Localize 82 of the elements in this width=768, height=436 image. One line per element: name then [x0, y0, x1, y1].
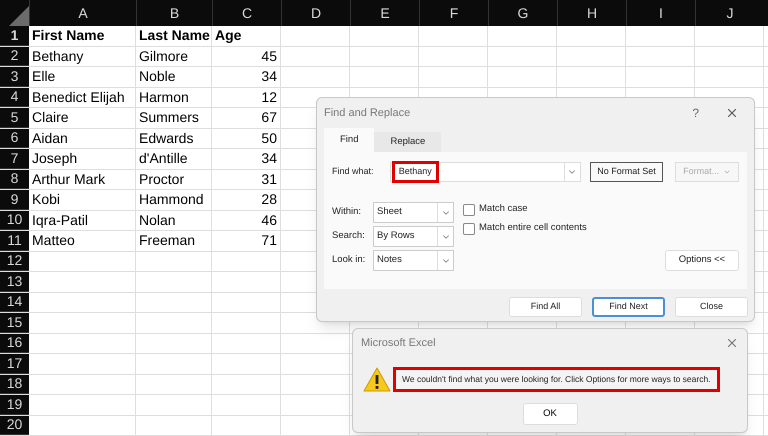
- field-label: Look in:: [332, 253, 366, 268]
- checkbox-label: Match case: [479, 202, 528, 216]
- close-icon[interactable]: [725, 106, 739, 120]
- window-title: Microsoft Excel: [361, 336, 437, 351]
- table-cell-text: Edwards: [139, 128, 194, 148]
- window-title: Find and Replace: [324, 106, 412, 121]
- tab[interactable]: Replace: [374, 132, 442, 152]
- warning-icon: [363, 367, 391, 392]
- field-label: Search:: [332, 229, 366, 244]
- row-header[interactable]: 19: [0, 395, 29, 414]
- table-cell-text: 46: [261, 210, 277, 230]
- ok-button[interactable]: OK: [522, 403, 578, 425]
- table-cell-text: Kobi: [32, 190, 60, 210]
- row-header[interactable]: 2: [0, 46, 29, 66]
- dialog-button[interactable]: Find All: [509, 297, 582, 317]
- format-preview: No Format Set: [590, 162, 664, 182]
- field-label: Find what:: [332, 165, 375, 178]
- find-value: Bethany: [392, 161, 439, 183]
- table-cell-text: Claire: [32, 108, 69, 128]
- row-header[interactable]: 7: [0, 149, 29, 168]
- field-label: Within:: [332, 205, 362, 220]
- caret-icon: [723, 168, 732, 176]
- row-header[interactable]: 4: [0, 88, 29, 107]
- table-cell-text: Matteo: [32, 231, 75, 250]
- table-cell-text: First Name: [32, 26, 104, 46]
- dialog-button[interactable]: Find Next: [592, 297, 665, 317]
- table-cell-text: Harmon: [139, 88, 189, 107]
- table-cell-text: Hammond: [139, 190, 204, 210]
- help-button[interactable]: ?: [692, 104, 699, 122]
- table-cell-text: Benedict Elijah: [32, 88, 125, 107]
- row-header[interactable]: 3: [0, 67, 29, 86]
- table-cell-text: Aidan: [32, 128, 68, 148]
- message-text: We couldn't find what you were looking for. Click Options for more ways to search.: [393, 367, 720, 392]
- close-icon[interactable]: [725, 336, 739, 350]
- row-header[interactable]: 20: [0, 416, 29, 435]
- table-cell-text: Freeman: [139, 231, 196, 250]
- dropdown-field[interactable]: Notes: [373, 250, 454, 271]
- row-header[interactable]: 9: [0, 190, 29, 210]
- table-cell-text: Age: [215, 26, 242, 46]
- table-cell-text: Arthur Mark: [32, 170, 106, 189]
- table-cell-text: Bethany: [32, 46, 84, 66]
- table-cell-text: 67: [261, 108, 277, 128]
- row-header[interactable]: 15: [0, 313, 29, 332]
- row-header[interactable]: 16: [0, 334, 29, 353]
- table-cell-text: 34: [261, 67, 277, 86]
- tab[interactable]: Find: [324, 128, 374, 152]
- table-cell-text: Proctor: [139, 170, 184, 189]
- find-what-field[interactable]: Bethany: [390, 162, 581, 182]
- row-header[interactable]: 8: [0, 170, 29, 189]
- row-header[interactable]: 18: [0, 374, 29, 394]
- row-header[interactable]: 12: [0, 252, 29, 271]
- table-cell-text: Last Name: [139, 26, 210, 46]
- table-cell-text: Iqra-Patil: [32, 210, 88, 230]
- row-header[interactable]: 1: [0, 26, 29, 46]
- row-header[interactable]: 11: [0, 231, 29, 250]
- table-cell-text: d'Antille: [139, 149, 188, 168]
- table-cell-text: Nolan: [139, 210, 176, 230]
- row-header[interactable]: 13: [0, 272, 29, 292]
- checkbox[interactable]: [463, 204, 475, 216]
- table-cell-text: 71: [261, 231, 277, 250]
- table-cell-text: 31: [261, 170, 277, 189]
- row-header[interactable]: 10: [0, 210, 29, 230]
- table-cell-text: Joseph: [32, 149, 78, 168]
- row-header[interactable]: 5: [0, 108, 29, 128]
- row-header[interactable]: 6: [0, 128, 29, 148]
- table-cell-text: Noble: [139, 67, 176, 86]
- row-header[interactable]: 14: [0, 292, 29, 312]
- dropdown-field[interactable]: By Rows: [373, 226, 454, 247]
- table-cell-text: Elle: [32, 67, 56, 86]
- table-cell-text: 28: [261, 190, 277, 210]
- dialog-button[interactable]: Close: [675, 297, 748, 317]
- dropdown-field[interactable]: Sheet: [373, 202, 454, 223]
- checkbox[interactable]: [463, 222, 475, 234]
- table-cell-text: 50: [261, 128, 277, 148]
- table-cell-text: Summers: [139, 108, 199, 128]
- row-header[interactable]: 17: [0, 354, 29, 374]
- options-button[interactable]: Options <<: [665, 250, 739, 271]
- checkbox-label: Match entire cell contents: [479, 221, 587, 236]
- table-cell-text: Gilmore: [139, 46, 188, 66]
- table-cell-text: 45: [261, 46, 277, 66]
- table-cell-text: 12: [261, 88, 277, 107]
- table-cell-text: 34: [261, 149, 277, 168]
